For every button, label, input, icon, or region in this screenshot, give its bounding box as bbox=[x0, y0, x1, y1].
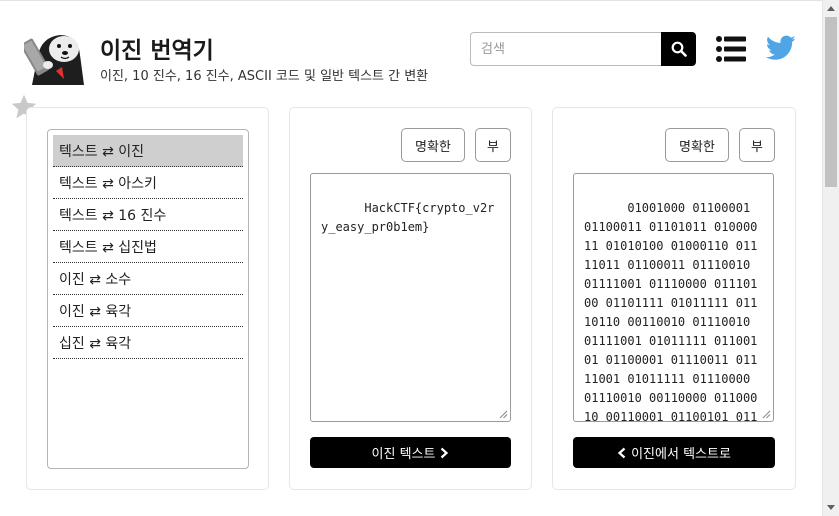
list-item-text-decimal[interactable]: 텍스트 ⇄ 십진법 bbox=[53, 231, 243, 263]
resize-grip-icon[interactable] bbox=[761, 409, 771, 419]
search-bar bbox=[470, 32, 696, 66]
otter-logo-icon[interactable] bbox=[20, 27, 90, 87]
list-item-text-ascii[interactable]: 텍스트 ⇄ 아스키 bbox=[53, 167, 243, 199]
search-icon bbox=[671, 41, 687, 57]
text-input-panel: 명확한 부 HackCTF{crypto_v2ry_easy_pr0b1em} … bbox=[289, 107, 532, 490]
clear-output-button[interactable]: 명확한 bbox=[665, 128, 729, 162]
list-menu-icon[interactable] bbox=[716, 36, 746, 62]
sub-input-button[interactable]: 부 bbox=[475, 128, 511, 162]
binary-output-field[interactable]: 01001000 01100001 01100011 01101011 0100… bbox=[573, 173, 774, 422]
page: 이진 번역기 이진, 10 진수, 16 진수, ASCII 코드 및 일반 텍… bbox=[0, 0, 822, 516]
page-subtitle: 이진, 10 진수, 16 진수, ASCII 코드 및 일반 텍스트 간 변환 bbox=[100, 69, 429, 84]
text-input-value: HackCTF{crypto_v2ry_easy_pr0b1em} bbox=[321, 201, 495, 234]
list-item-binary-hex[interactable]: 이진 ⇄ 육각 bbox=[53, 295, 243, 327]
binary-output-panel: 명확한 부 01001000 01100001 01100011 0110101… bbox=[552, 107, 796, 490]
convert-to-text-label: 이진에서 텍스트로 bbox=[631, 447, 731, 462]
search-button[interactable] bbox=[661, 32, 696, 66]
list-item-decimal-hex[interactable]: 십진 ⇄ 육각 bbox=[53, 327, 243, 359]
scroll-up-arrow-icon[interactable] bbox=[823, 0, 839, 16]
list-item-text-binary[interactable]: 텍스트 ⇄ 이진 bbox=[53, 135, 243, 167]
scrollbar-thumb[interactable] bbox=[825, 17, 837, 187]
search-input[interactable] bbox=[470, 32, 661, 66]
convert-to-binary-label: 이진 텍스트 bbox=[371, 447, 436, 462]
list-item-text-hex[interactable]: 텍스트 ⇄ 16 진수 bbox=[53, 199, 243, 231]
scroll-down-arrow-icon[interactable] bbox=[823, 500, 839, 516]
convert-to-binary-button[interactable]: 이진 텍스트 bbox=[310, 437, 511, 468]
list-item-binary-decimal[interactable]: 이진 ⇄ 소수 bbox=[53, 263, 243, 295]
twitter-icon[interactable] bbox=[765, 35, 796, 61]
converter-list-panel: 텍스트 ⇄ 이진 텍스트 ⇄ 아스키 텍스트 ⇄ 16 진수 텍스트 ⇄ 십진법… bbox=[26, 107, 269, 490]
text-input-field[interactable]: HackCTF{crypto_v2ry_easy_pr0b1em} bbox=[310, 173, 511, 422]
convert-to-text-button[interactable]: 이진에서 텍스트로 bbox=[573, 437, 775, 468]
page-title: 이진 번역기 bbox=[100, 38, 214, 64]
sub-output-button[interactable]: 부 bbox=[739, 128, 775, 162]
chevron-left-icon bbox=[617, 447, 626, 458]
resize-grip-icon[interactable] bbox=[498, 409, 508, 419]
vertical-scrollbar[interactable] bbox=[822, 0, 839, 516]
converter-list: 텍스트 ⇄ 이진 텍스트 ⇄ 아스키 텍스트 ⇄ 16 진수 텍스트 ⇄ 십진법… bbox=[47, 129, 249, 469]
chevron-right-icon bbox=[441, 447, 449, 458]
binary-output-value: 01001000 01100001 01100011 01101011 0100… bbox=[584, 201, 758, 422]
clear-input-button[interactable]: 명확한 bbox=[401, 128, 465, 162]
